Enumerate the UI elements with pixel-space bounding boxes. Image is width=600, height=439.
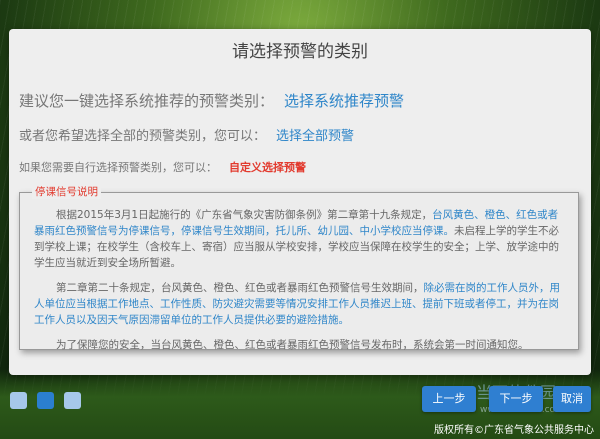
custom-text: 如果您需要自行选择预警类别，您可以： bbox=[19, 161, 217, 174]
step-indicator bbox=[10, 392, 81, 409]
select-recommended-link[interactable]: 选择系统推荐预警 bbox=[284, 92, 404, 110]
notice-p2-intro: 第二章第二十条规定，台风黄色、橙色、红色或者暴雨红色预警信号生效期间， bbox=[56, 282, 424, 294]
notice-p1-intro: 根据2015年3月1日起施行的《广东省气象灾害防御条例》第二章第十九条规定， bbox=[56, 209, 433, 221]
wizard-dialog: 请选择预警的类别 建议您一键选择系统推荐的预警类别： 选择系统推荐预警 或者您希望… bbox=[9, 29, 591, 375]
step-dot-2 bbox=[37, 392, 54, 409]
all-row: 或者您希望选择全部的预警类别，您可以： 选择全部预警 bbox=[19, 125, 354, 144]
all-text: 或者您希望选择全部的预警类别，您可以： bbox=[19, 129, 267, 144]
recommend-row: 建议您一键选择系统推荐的预警类别： 选择系统推荐预警 bbox=[19, 90, 404, 111]
cancel-button[interactable]: 取消 bbox=[553, 386, 591, 412]
custom-select-link[interactable]: 自定义选择预警 bbox=[229, 161, 306, 174]
prev-button[interactable]: 上一步 bbox=[422, 386, 476, 412]
step-dot-1 bbox=[10, 392, 27, 409]
custom-row: 如果您需要自行选择预警类别，您可以： 自定义选择预警 bbox=[19, 159, 306, 175]
dialog-title: 请选择预警的类别 bbox=[232, 42, 368, 62]
step-dot-3 bbox=[64, 392, 81, 409]
notice-body: 根据2015年3月1日起施行的《广东省气象灾害防御条例》第二章第十九条规定，台风… bbox=[34, 207, 568, 362]
recommend-text: 建议您一键选择系统推荐的预警类别： bbox=[19, 92, 275, 110]
notice-legend: 停课信号说明 bbox=[32, 184, 101, 199]
next-button[interactable]: 下一步 bbox=[489, 386, 543, 412]
select-all-link[interactable]: 选择全部预警 bbox=[276, 129, 354, 144]
notice-paragraph-1: 根据2015年3月1日起施行的《广东省气象灾害防御条例》第二章第十九条规定，台风… bbox=[34, 207, 568, 271]
notice-paragraph-3: 为了保障您的安全，当台风黄色、橙色、红色或者暴雨红色预警信号发布时，系统会第一时… bbox=[56, 339, 529, 351]
copyright-footer: 版权所有©广东省气象公共服务中心 bbox=[434, 425, 594, 436]
notice-box: 停课信号说明 根据2015年3月1日起施行的《广东省气象灾害防御条例》第二章第十… bbox=[19, 184, 579, 351]
notice-paragraph-2: 第二章第二十条规定，台风黄色、橙色、红色或者暴雨红色预警信号生效期间，除必需在岗… bbox=[34, 280, 568, 328]
